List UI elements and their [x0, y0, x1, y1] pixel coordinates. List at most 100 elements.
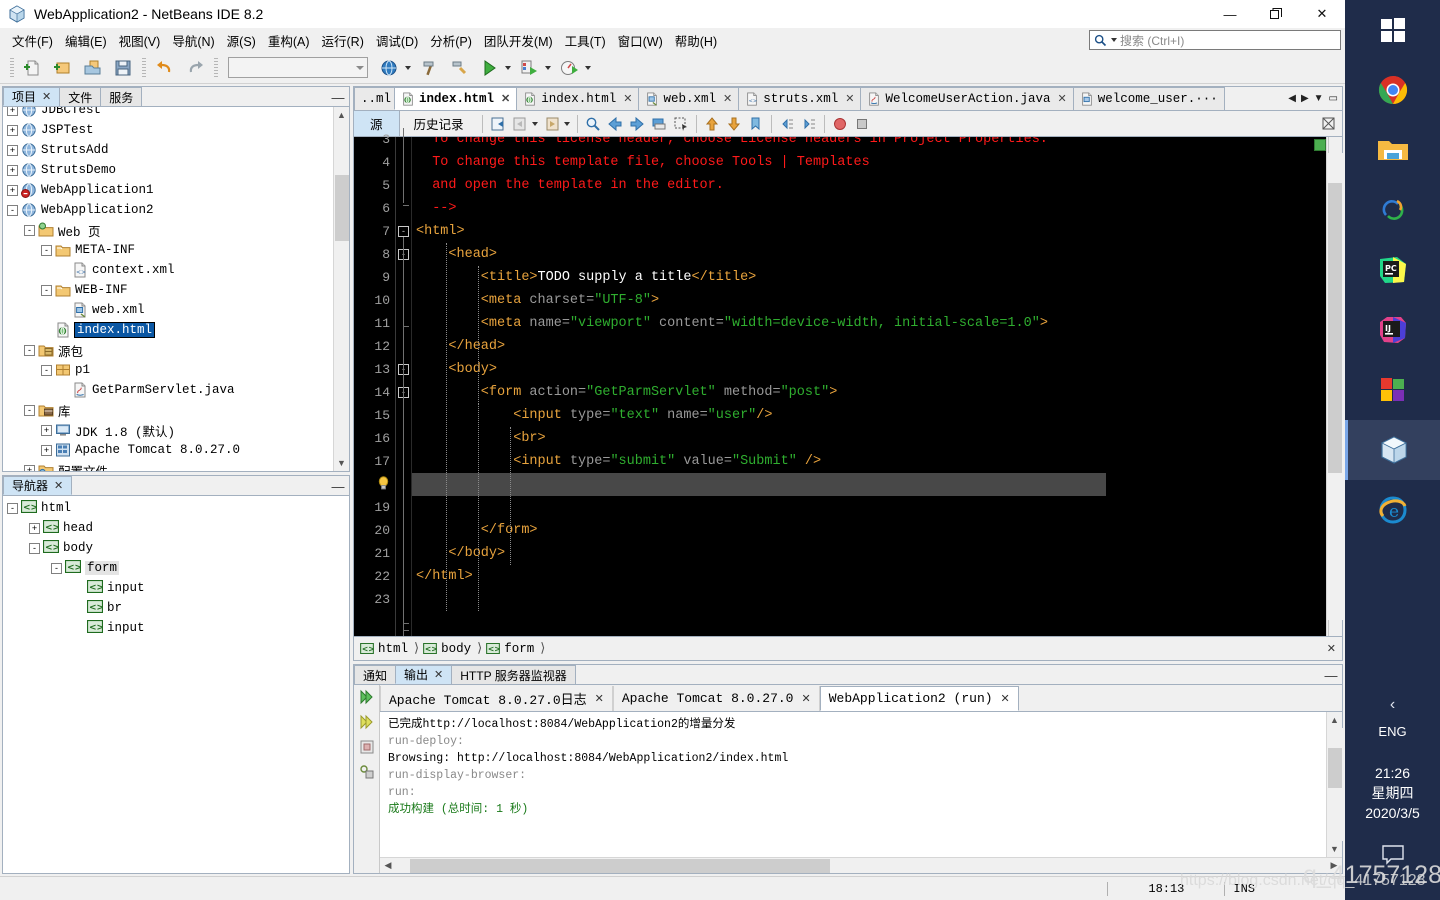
tree-toggle-icon[interactable]: - [24, 344, 35, 356]
save-all-button[interactable] [109, 55, 137, 81]
netbeans-icon[interactable] [1345, 420, 1440, 480]
breadcrumb-item[interactable]: <> body ⟩ [423, 641, 482, 656]
tab-files[interactable]: 文件 [59, 87, 102, 106]
start-macro-recording-icon[interactable] [829, 113, 851, 135]
navigator-tree-item[interactable]: - <> body [7, 538, 349, 558]
hint-lightbulb-icon[interactable] [354, 473, 390, 496]
tree-toggle-icon[interactable]: - [51, 562, 62, 574]
scroll-right-icon[interactable]: ▶ [1326, 860, 1342, 871]
tree-toggle-icon[interactable]: + [41, 424, 52, 436]
shift-right-icon[interactable] [798, 113, 820, 135]
menu-help[interactable]: 帮助(H) [669, 29, 723, 52]
chrome-icon[interactable] [1345, 60, 1440, 120]
undo-button[interactable] [151, 55, 179, 81]
scroll-down-icon[interactable]: ▼ [334, 455, 350, 471]
editor-tab[interactable]: index.html ✕ [516, 87, 640, 110]
rectangular-selection-icon[interactable] [670, 113, 692, 135]
scroll-left-icon[interactable]: ◀ [380, 860, 396, 871]
intellij-idea-icon[interactable]: IJ [1345, 300, 1440, 360]
menu-debug[interactable]: 调试(D) [370, 29, 424, 52]
editor-tab[interactable]: web.xml ✕ [638, 87, 740, 110]
editor-options-icon[interactable] [1320, 113, 1342, 135]
tree-toggle-icon[interactable]: + [29, 522, 40, 534]
run-project-button[interactable] [475, 55, 503, 81]
project-tree-item[interactable]: index.html [7, 320, 333, 340]
tree-toggle-icon[interactable]: - [41, 284, 52, 296]
minimize-icon[interactable]: — [1324, 668, 1338, 683]
projects-scrollbar[interactable]: ▲ ▼ [333, 107, 349, 471]
scroll-up-icon[interactable]: ▲ [1327, 712, 1343, 728]
navigator-tree-item[interactable]: <> input [7, 618, 349, 638]
scroll-tabs-right-icon[interactable]: ▶ [1301, 93, 1309, 104]
scroll-down-icon[interactable]: ▼ [1327, 841, 1343, 857]
search-dropdown-icon[interactable] [1111, 38, 1117, 42]
output-subtab[interactable]: Apache Tomcat 8.0.27.0 ✕ [612, 686, 820, 711]
project-tree-item[interactable]: - Web 页 [7, 220, 333, 240]
microsoft-store-icon[interactable] [1345, 360, 1440, 420]
output-text[interactable]: 已完成http://localhost:8084/WebApplication2… [380, 712, 1326, 857]
file-explorer-icon[interactable] [1345, 120, 1440, 180]
restore-button[interactable] [1253, 0, 1299, 28]
windows-start-icon[interactable] [1345, 0, 1440, 60]
tab-output[interactable]: 输出 ✕ [395, 665, 453, 684]
close-button[interactable]: ✕ [1299, 0, 1345, 28]
tree-toggle-icon[interactable]: - [7, 204, 18, 216]
scroll-up-icon[interactable]: ▲ [334, 107, 350, 123]
project-tree-item[interactable]: + StrutsAdd [7, 140, 333, 160]
close-icon[interactable]: ✕ [42, 90, 51, 103]
clean-build-button[interactable] [445, 55, 473, 81]
output-subtab[interactable]: WebApplication2 (run) ✕ [819, 686, 1019, 711]
debug-dropdown-icon[interactable] [545, 65, 551, 70]
breadcrumb-item[interactable]: <> form ⟩ [486, 641, 545, 656]
menu-team[interactable]: 团队开发(M) [478, 29, 559, 52]
scroll-thumb[interactable] [334, 175, 349, 241]
menu-refactor[interactable]: 重构(A) [262, 29, 316, 52]
stop-icon[interactable] [359, 739, 375, 758]
navigator-tree-item[interactable]: + <> head [7, 518, 349, 538]
tab-history[interactable]: 历史记录 [400, 111, 478, 136]
navigator-tree[interactable]: - <> html + <> head - <> body - <> form <> input <> br <… [3, 496, 349, 873]
shift-left-icon[interactable] [776, 113, 798, 135]
editor-vertical-scrollbar[interactable]: ▲ ▼ [1326, 137, 1343, 636]
tree-toggle-icon[interactable]: - [7, 502, 18, 514]
tree-toggle-icon[interactable]: + [7, 107, 18, 116]
back-icon[interactable] [509, 113, 531, 135]
forward-icon[interactable] [541, 113, 563, 135]
pycharm-icon[interactable]: PC [1345, 240, 1440, 300]
navigator-tree-item[interactable]: - <> html [7, 498, 349, 518]
find-next-icon[interactable] [626, 113, 648, 135]
breadcrumb-close-icon[interactable]: ✕ [1327, 642, 1336, 656]
project-tree-item[interactable]: - p1 [7, 360, 333, 380]
editor-tab[interactable]: <> struts.xml ✕ [738, 87, 862, 110]
show-hidden-icons-icon[interactable]: ‹ [1390, 696, 1395, 714]
back-dropdown-icon[interactable] [531, 121, 538, 126]
project-tree-item[interactable]: -库 [7, 400, 333, 420]
tab-services[interactable]: 服务 [100, 87, 143, 106]
output-subtab[interactable]: Apache Tomcat 8.0.27.0日志 ✕ [380, 686, 613, 711]
output-horizontal-scrollbar[interactable]: ◀ ▶ [380, 857, 1342, 873]
menu-tools[interactable]: 工具(T) [559, 29, 612, 52]
forward-dropdown-icon[interactable] [563, 121, 570, 126]
open-project-button[interactable] [79, 55, 107, 81]
scroll-track[interactable] [333, 123, 349, 455]
editor-tab[interactable]: index.html ✕ [394, 87, 518, 110]
code-text[interactable]: To change this license header, choose Li… [412, 137, 1326, 636]
close-icon[interactable]: ✕ [623, 92, 632, 106]
menu-navigate[interactable]: 导航(N) [166, 29, 220, 52]
close-icon[interactable]: ✕ [1001, 692, 1010, 706]
menu-edit[interactable]: 编辑(E) [59, 29, 113, 52]
next-bookmark-icon[interactable] [723, 113, 745, 135]
scroll-track[interactable] [1326, 728, 1343, 841]
close-icon[interactable]: ✕ [434, 668, 443, 681]
navigator-tree-item[interactable]: <> br [7, 598, 349, 618]
notification-center-icon[interactable] [1381, 845, 1404, 868]
project-tree-item[interactable]: + 配置文件 [7, 460, 333, 471]
scroll-thumb[interactable] [410, 858, 830, 873]
find-previous-icon[interactable] [604, 113, 626, 135]
close-icon[interactable]: ✕ [723, 92, 732, 106]
navigator-tree-item[interactable]: <> input [7, 578, 349, 598]
fold-toggle-icon[interactable]: - [398, 226, 409, 237]
rerun-icon[interactable] [359, 689, 375, 708]
minimize-icon[interactable]: — [331, 90, 345, 105]
profile-project-button[interactable] [555, 55, 583, 81]
